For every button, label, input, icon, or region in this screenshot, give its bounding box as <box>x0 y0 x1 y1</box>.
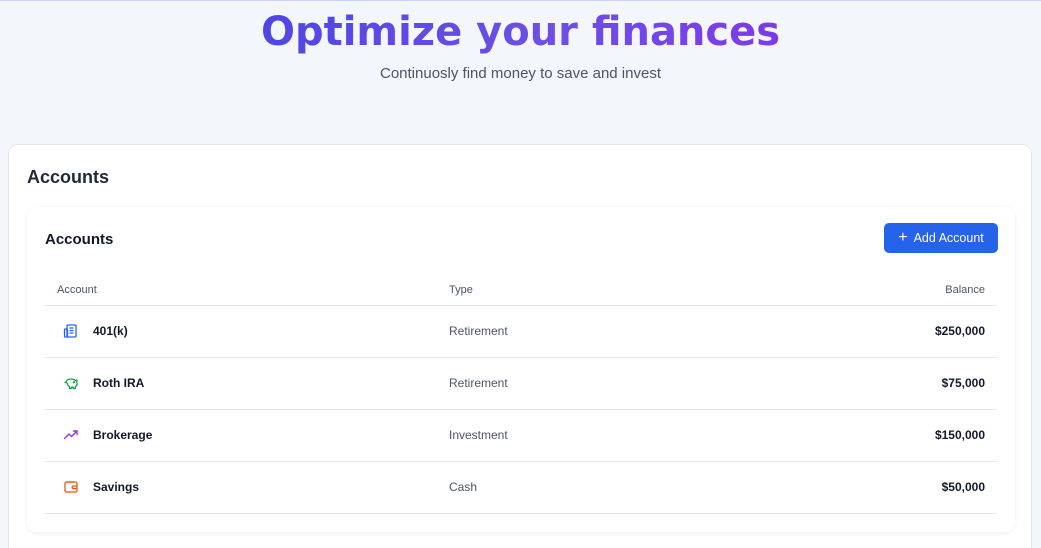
account-name: Roth IRA <box>93 376 145 390</box>
column-header-type[interactable]: Type <box>449 275 849 306</box>
plus-icon: + <box>898 229 908 246</box>
page-title: Optimize your finances <box>261 1 780 56</box>
account-cell: Savings <box>45 461 449 514</box>
account-name: Savings <box>93 480 140 494</box>
account-type: Retirement <box>449 305 849 358</box>
page-subtitle: Continuosly find money to save and inves… <box>380 65 661 82</box>
account-balance: $75,000 <box>849 357 997 410</box>
hero: Optimize your finances Continuosly find … <box>0 1 1041 143</box>
account-balance: $250,000 <box>849 305 997 358</box>
account-type: Retirement <box>449 357 849 410</box>
section-title: Accounts <box>27 167 110 187</box>
trending-up-icon <box>63 427 79 443</box>
accounts-section: Accounts Accounts + Add Account Account … <box>8 144 1032 548</box>
building-icon <box>63 323 79 339</box>
table-row[interactable]: 401(k) Retirement $250,000 <box>45 305 997 358</box>
column-header-balance[interactable]: Balance <box>849 275 997 306</box>
accounts-table: Account Type Balance 401(k) Retirement $… <box>45 275 997 514</box>
account-balance: $50,000 <box>849 461 997 514</box>
accounts-card: Accounts + Add Account Account Type Bala… <box>27 207 1015 532</box>
account-cell: Brokerage <box>45 409 449 462</box>
column-header-account[interactable]: Account <box>45 275 449 306</box>
table-row[interactable]: Brokerage Investment $150,000 <box>45 409 997 462</box>
account-cell: Roth IRA <box>45 357 449 410</box>
account-type: Cash <box>449 461 849 514</box>
add-account-button[interactable]: + Add Account <box>884 223 998 253</box>
table-header-row: Account Type Balance <box>45 275 997 306</box>
card-title: Accounts <box>45 231 114 248</box>
piggy-bank-icon <box>63 375 79 391</box>
account-type: Investment <box>449 409 849 462</box>
table-row[interactable]: Savings Cash $50,000 <box>45 461 997 514</box>
wallet-icon <box>63 479 79 495</box>
account-cell: 401(k) <box>45 305 449 358</box>
account-name: 401(k) <box>93 324 128 338</box>
add-account-label: Add Account <box>913 231 984 245</box>
account-name: Brokerage <box>93 428 153 442</box>
table-row[interactable]: Roth IRA Retirement $75,000 <box>45 357 997 410</box>
account-balance: $150,000 <box>849 409 997 462</box>
